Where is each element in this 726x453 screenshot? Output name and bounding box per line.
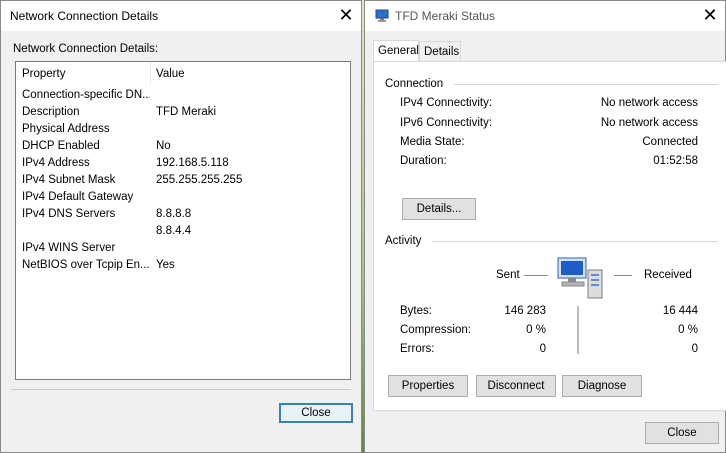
title-bar: TFD Meraki Status ✕ [365, 1, 725, 31]
compression-label: Compression: [400, 324, 471, 336]
property-cell: NetBIOS over Tcpip En... [22, 259, 150, 271]
sent-line [524, 275, 548, 276]
duration-label: Duration: [400, 155, 447, 167]
activity-group-label: Activity [385, 235, 422, 247]
window-title: TFD Meraki Status [395, 9, 496, 23]
activity-divider [577, 306, 579, 354]
property-cell: DHCP Enabled [22, 140, 100, 152]
details-button[interactable]: Details... [402, 198, 476, 220]
details-heading: Network Connection Details: [13, 43, 159, 55]
network-computers-icon [557, 257, 603, 299]
window-title: Network Connection Details [10, 9, 159, 23]
close-icon[interactable]: ✕ [695, 1, 725, 31]
tab-general[interactable]: General [373, 40, 419, 62]
value-cell: TFD Meraki [156, 106, 217, 118]
list-header: Property Value [16, 62, 350, 86]
details-list[interactable]: Property Value Connection-specific DN...… [15, 61, 351, 380]
column-header-value[interactable]: Value [156, 68, 185, 80]
properties-button[interactable]: Properties [388, 375, 468, 397]
connection-group-label: Connection [385, 78, 444, 90]
value-cell: 8.8.4.4 [156, 225, 192, 237]
received-label: Received [644, 269, 692, 281]
value-cell: No [156, 140, 171, 152]
connection-status-window: TFD Meraki Status ✕ General Details Conn… [364, 0, 726, 453]
general-panel: Connection IPv4 Connectivity: No network… [373, 61, 726, 411]
value-cell: 192.168.5.118 [156, 157, 229, 169]
property-cell: Physical Address [22, 123, 110, 135]
close-button[interactable]: Close [645, 422, 719, 444]
ipv6-connectivity-value: No network access [600, 117, 698, 129]
compression-sent-value: 0 % [526, 324, 546, 336]
property-cell: IPv4 DNS Servers [22, 208, 116, 220]
errors-received-value: 0 [691, 343, 698, 355]
close-icon[interactable]: ✕ [331, 1, 361, 31]
ipv6-connectivity-label: IPv6 Connectivity: [400, 117, 493, 129]
compression-received-value: 0 % [678, 324, 698, 336]
title-bar: Network Connection Details ✕ [1, 1, 361, 31]
duration-value: 01:52:58 [653, 155, 698, 167]
property-cell: IPv4 Address [22, 157, 90, 169]
bytes-received-value: 16 444 [662, 305, 698, 317]
network-connection-details-window: Network Connection Details ✕ Network Con… [0, 0, 362, 453]
column-header-property[interactable]: Property [22, 68, 65, 80]
property-cell: Connection-specific DN... [22, 89, 150, 101]
ipv4-connectivity-label: IPv4 Connectivity: [400, 97, 493, 109]
property-cell: IPv4 WINS Server [22, 242, 116, 254]
received-line [614, 275, 632, 276]
column-divider[interactable] [150, 62, 151, 84]
errors-label: Errors: [400, 343, 435, 355]
bytes-sent-value: 146 283 [504, 305, 546, 317]
property-cell: Description [22, 106, 80, 118]
ipv4-connectivity-value: No network access [600, 97, 698, 109]
property-cell: IPv4 Default Gateway [22, 191, 134, 203]
diagnose-button[interactable]: Diagnose [562, 375, 642, 397]
activity-group-line [432, 241, 718, 242]
value-cell: 255.255.255.255 [156, 174, 243, 186]
value-cell: 8.8.8.8 [156, 208, 192, 220]
network-icon [375, 9, 389, 22]
media-state-value: Connected [642, 136, 698, 148]
divider [11, 389, 351, 390]
property-cell: IPv4 Subnet Mask [22, 174, 116, 186]
close-button[interactable]: Close [279, 403, 353, 423]
value-cell: Yes [156, 259, 175, 271]
bytes-label: Bytes: [400, 305, 432, 317]
tab-details[interactable]: Details [419, 41, 461, 61]
media-state-label: Media State: [400, 136, 465, 148]
connection-group-line [454, 84, 718, 85]
disconnect-button[interactable]: Disconnect [476, 375, 556, 397]
sent-label: Sent [496, 269, 520, 281]
errors-sent-value: 0 [539, 343, 546, 355]
